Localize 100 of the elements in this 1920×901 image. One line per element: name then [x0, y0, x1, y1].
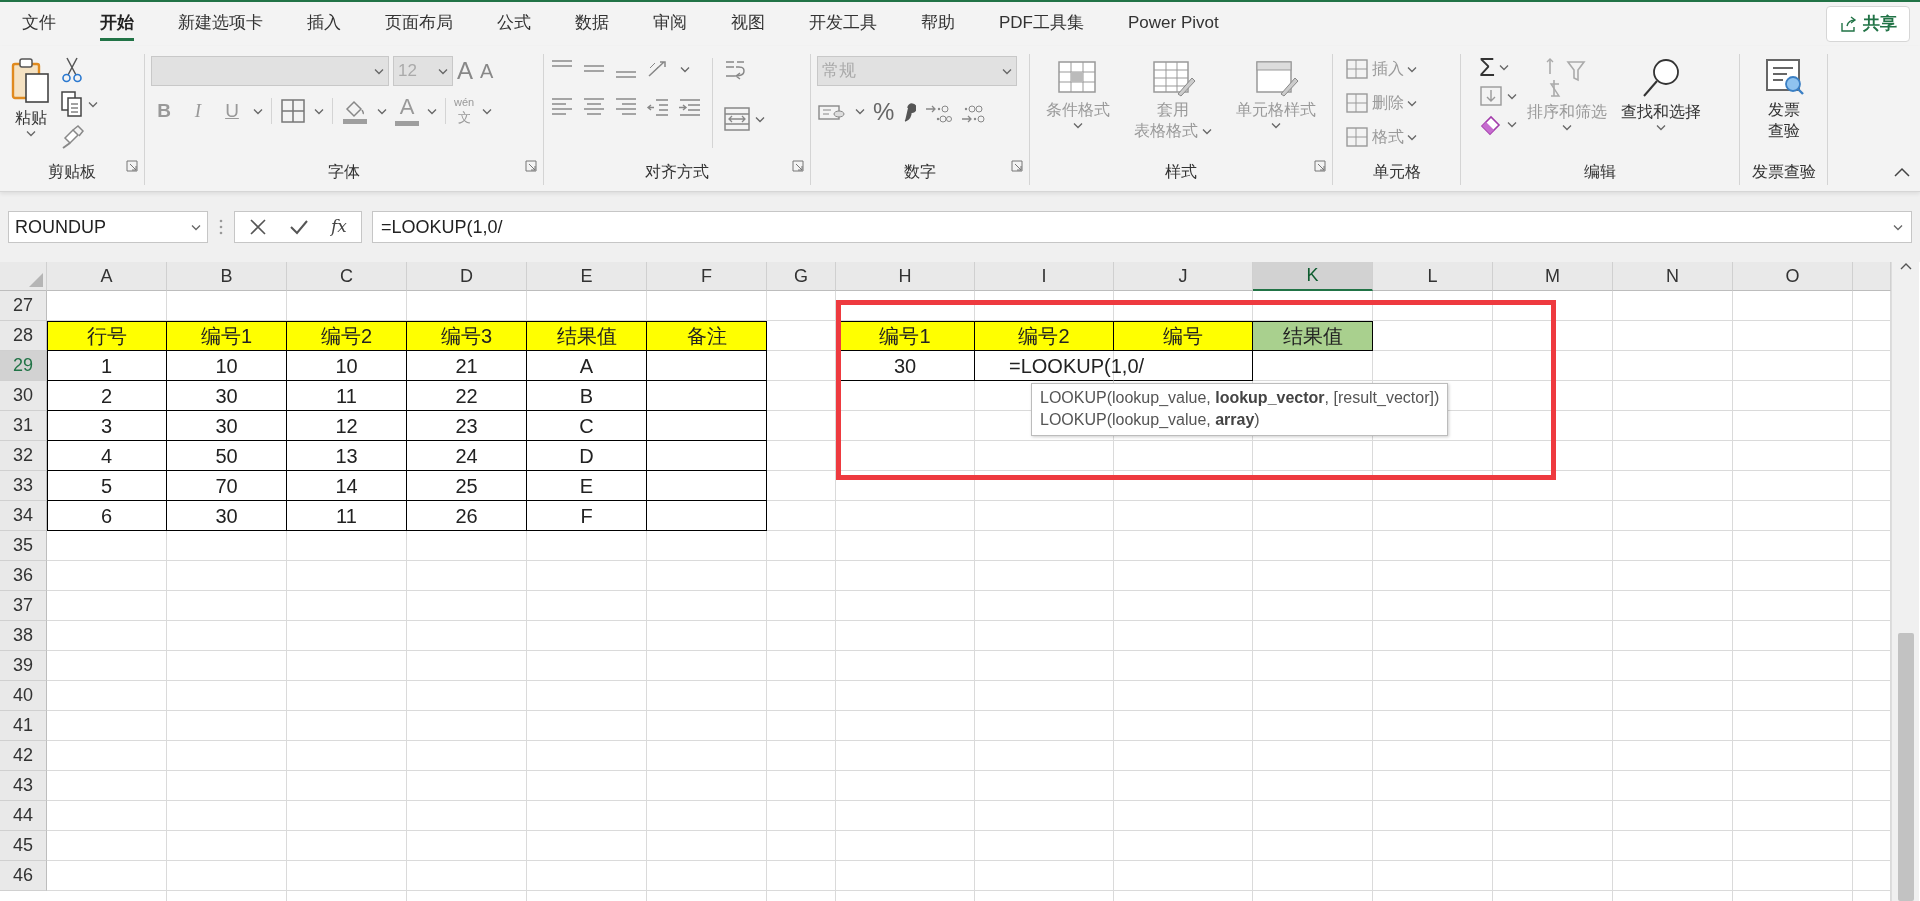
autosum-button[interactable]: Σ	[1479, 54, 1496, 80]
column-header[interactable]: L	[1373, 262, 1493, 291]
table-cell[interactable]: 10	[167, 351, 287, 381]
align-left-icon[interactable]	[550, 96, 574, 118]
column-header[interactable]: J	[1114, 262, 1253, 291]
table-cell[interactable]: D	[527, 441, 647, 471]
decrease-indent-icon[interactable]	[646, 96, 670, 118]
scissors-icon[interactable]	[60, 56, 84, 84]
table-cell[interactable]: C	[527, 411, 647, 441]
row-header[interactable]: 41	[0, 711, 47, 741]
row-header[interactable]: 29	[0, 351, 47, 381]
table-cell[interactable]: 30	[836, 351, 975, 381]
syntax-line[interactable]: LOOKUP(lookup_value, array)	[1040, 409, 1440, 432]
caret-icon[interactable]	[191, 223, 201, 231]
row-header[interactable]: 40	[0, 681, 47, 711]
clipboard-icon[interactable]	[10, 56, 52, 106]
caret-icon[interactable]	[253, 107, 263, 115]
format-painter-icon[interactable]	[60, 124, 86, 150]
table-cell[interactable]: 5	[47, 471, 167, 501]
borders-icon[interactable]	[280, 98, 306, 124]
formula-input[interactable]: =LOOKUP(1,0/	[371, 211, 1912, 243]
table-cell[interactable]: 4	[47, 441, 167, 471]
caret-icon[interactable]	[1507, 92, 1517, 100]
header-cell[interactable]: 备注	[647, 321, 767, 351]
column-header[interactable]: C	[287, 262, 407, 291]
caret-icon[interactable]	[680, 65, 690, 73]
header-cell[interactable]: 编号2	[287, 321, 407, 351]
row-header[interactable]: 38	[0, 621, 47, 651]
menu-tab[interactable]: 文件	[22, 7, 56, 41]
menu-tab[interactable]: Power Pivot	[1128, 7, 1219, 41]
table-cell[interactable]: 14	[287, 471, 407, 501]
table-cell[interactable]: F	[527, 501, 647, 531]
row-header[interactable]: 33	[0, 471, 47, 501]
menu-tab[interactable]: 公式	[497, 7, 531, 41]
scrollbar-thumb[interactable]	[1897, 633, 1914, 901]
scroll-up-icon[interactable]	[1899, 262, 1912, 270]
empty-cell[interactable]	[647, 501, 767, 531]
row-header[interactable]: 30	[0, 381, 47, 411]
dialog-launcher-icon[interactable]	[525, 159, 537, 172]
empty-cell[interactable]	[647, 471, 767, 501]
empty-cell[interactable]	[647, 441, 767, 471]
insert-function-button[interactable]: fx	[331, 217, 347, 237]
caret-icon[interactable]	[374, 67, 384, 75]
cancel-icon[interactable]	[249, 218, 267, 236]
menu-tab[interactable]: 开发工具	[809, 7, 877, 41]
table-cell[interactable]: 50	[167, 441, 287, 471]
caret-icon[interactable]	[482, 107, 493, 115]
column-header[interactable]: M	[1493, 262, 1613, 291]
align-right-icon[interactable]	[614, 96, 638, 118]
table-cell[interactable]: 11	[287, 381, 407, 411]
table-cell[interactable]: 12	[287, 411, 407, 441]
fill-down-icon[interactable]	[1479, 84, 1503, 108]
caret-icon[interactable]	[26, 130, 36, 138]
menu-tab[interactable]: 帮助	[921, 7, 955, 41]
table-cell[interactable]: 22	[407, 381, 527, 411]
row-header[interactable]: 32	[0, 441, 47, 471]
caret-icon[interactable]	[438, 67, 448, 75]
row-header[interactable]: 46	[0, 861, 47, 891]
table-cell[interactable]: 30	[167, 381, 287, 411]
empty-cell[interactable]	[647, 381, 767, 411]
find-select-button[interactable]: 查找和选择	[1617, 54, 1705, 159]
table-cell[interactable]: E	[527, 471, 647, 501]
name-box[interactable]: ROUNDUP	[8, 211, 208, 243]
dialog-launcher-icon[interactable]	[1011, 159, 1023, 172]
table-cell[interactable]: 70	[167, 471, 287, 501]
increase-indent-icon[interactable]	[678, 96, 702, 118]
caret-icon[interactable]	[314, 107, 324, 115]
caret-icon[interactable]	[1656, 124, 1666, 132]
header-cell[interactable]: 结果值	[527, 321, 647, 351]
copy-icon[interactable]	[60, 90, 84, 118]
check-icon[interactable]	[289, 218, 309, 236]
menu-tab[interactable]: 审阅	[653, 7, 687, 41]
dialog-launcher-icon[interactable]	[792, 159, 804, 172]
row-header[interactable]: 28	[0, 321, 47, 351]
caret-icon[interactable]	[88, 100, 98, 108]
collapse-ribbon-icon[interactable]	[1894, 166, 1910, 177]
percent-button[interactable]: %	[873, 98, 895, 126]
table-cell[interactable]: 25	[407, 471, 527, 501]
table-cell[interactable]: 10	[287, 351, 407, 381]
header-cell[interactable]: 编号	[1114, 321, 1253, 351]
row-header[interactable]: 36	[0, 561, 47, 591]
table-cell[interactable]: 24	[407, 441, 527, 471]
menu-tab[interactable]: 新建选项卡	[178, 7, 263, 41]
row-header[interactable]: 42	[0, 741, 47, 771]
empty-cell[interactable]	[647, 411, 767, 441]
caret-icon[interactable]	[377, 107, 387, 115]
share-button[interactable]: 共享	[1826, 6, 1910, 42]
header-cell[interactable]: 编号1	[167, 321, 287, 351]
row-header[interactable]: 31	[0, 411, 47, 441]
column-header[interactable]: N	[1613, 262, 1733, 291]
table-cell[interactable]: 11	[287, 501, 407, 531]
table-cell[interactable]: 6	[47, 501, 167, 531]
caret-icon[interactable]	[1893, 223, 1903, 231]
row-header[interactable]: 34	[0, 501, 47, 531]
caret-icon[interactable]	[1507, 120, 1517, 128]
caret-icon[interactable]	[1002, 67, 1012, 75]
menu-tab[interactable]: 插入	[307, 7, 341, 41]
share-icon[interactable]	[1839, 14, 1857, 33]
menu-tab[interactable]: 视图	[731, 7, 765, 41]
header-cell[interactable]: 编号3	[407, 321, 527, 351]
